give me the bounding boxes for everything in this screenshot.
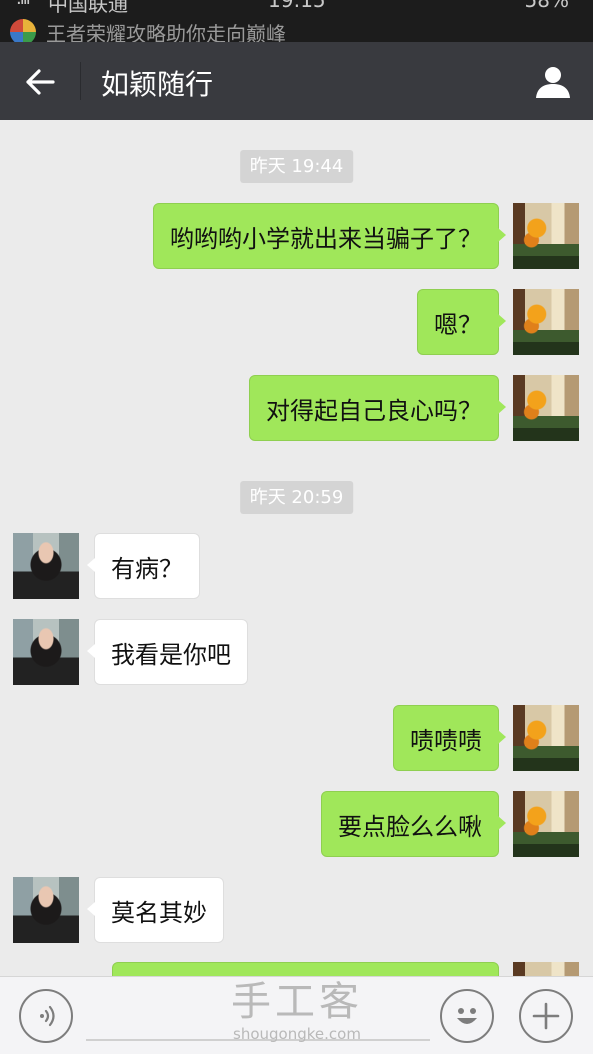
signal-icon: .ııl — [16, 0, 31, 9]
watermark-url: shougongke.com — [233, 1025, 361, 1043]
my-message-bubble[interactable]: 要点脸么么啾 — [321, 791, 506, 857]
friend-avatar[interactable] — [13, 877, 79, 943]
my-avatar[interactable] — [513, 791, 579, 857]
my-message-bubble[interactable]: 嗯？ — [417, 289, 506, 355]
friend-message-bubble[interactable]: 我看是你吧 — [87, 619, 248, 685]
my-avatar[interactable] — [513, 203, 579, 269]
status-bar: .ııl 中国联通 19:15 58% 王者荣耀攻略助你走向巅峰 — [0, 0, 593, 42]
timestamp: 昨天 19:44 — [239, 150, 354, 183]
back-button[interactable] — [18, 60, 62, 104]
friend-avatar[interactable] — [13, 619, 79, 685]
chat-title: 如颖随行 — [101, 68, 214, 101]
smiley-icon — [457, 1008, 477, 1024]
profile-button[interactable] — [531, 60, 575, 104]
status-time: 19:15 — [268, 0, 326, 12]
plus-icon — [532, 1002, 560, 1030]
emoji-button[interactable] — [440, 989, 494, 1043]
chat-header: 如颖随行 — [0, 42, 593, 120]
my-message-bubble[interactable]: 哟哟哟小学就出来当骗子了？ — [153, 203, 506, 269]
more-button[interactable] — [519, 989, 573, 1043]
my-avatar[interactable] — [513, 375, 579, 441]
notification-ticker[interactable]: 王者荣耀攻略助你走向巅峰 — [10, 19, 286, 43]
friend-message-bubble[interactable]: 有病？ — [87, 533, 200, 599]
timestamp: 昨天 20:59 — [239, 481, 354, 514]
my-avatar[interactable] — [513, 705, 579, 771]
notification-text: 王者荣耀攻略助你走向巅峰 — [46, 21, 286, 43]
game-app-icon — [10, 19, 36, 42]
voice-icon — [40, 1005, 55, 1027]
watermark: 手工客 shougongke.com — [212, 979, 382, 1043]
my-avatar[interactable] — [513, 289, 579, 355]
my-message-bubble[interactable]: 啧啧啧 — [393, 705, 506, 771]
header-divider — [80, 62, 81, 100]
watermark-logo: 手工客 — [231, 979, 363, 1025]
my-message-bubble[interactable]: 对得起自己良心吗？ — [249, 375, 506, 441]
friend-message-bubble[interactable]: 莫名其妙 — [87, 877, 224, 943]
input-bar: 手工客 shougongke.com — [0, 976, 593, 1054]
status-row: .ııl 中国联通 19:15 58% — [0, 0, 593, 16]
carrier-name: 中国联通 — [48, 0, 128, 16]
person-icon — [536, 67, 570, 98]
friend-avatar[interactable] — [13, 533, 79, 599]
voice-button[interactable] — [19, 989, 73, 1043]
arrow-left-icon — [26, 69, 55, 95]
battery-level: 58% — [524, 0, 569, 12]
